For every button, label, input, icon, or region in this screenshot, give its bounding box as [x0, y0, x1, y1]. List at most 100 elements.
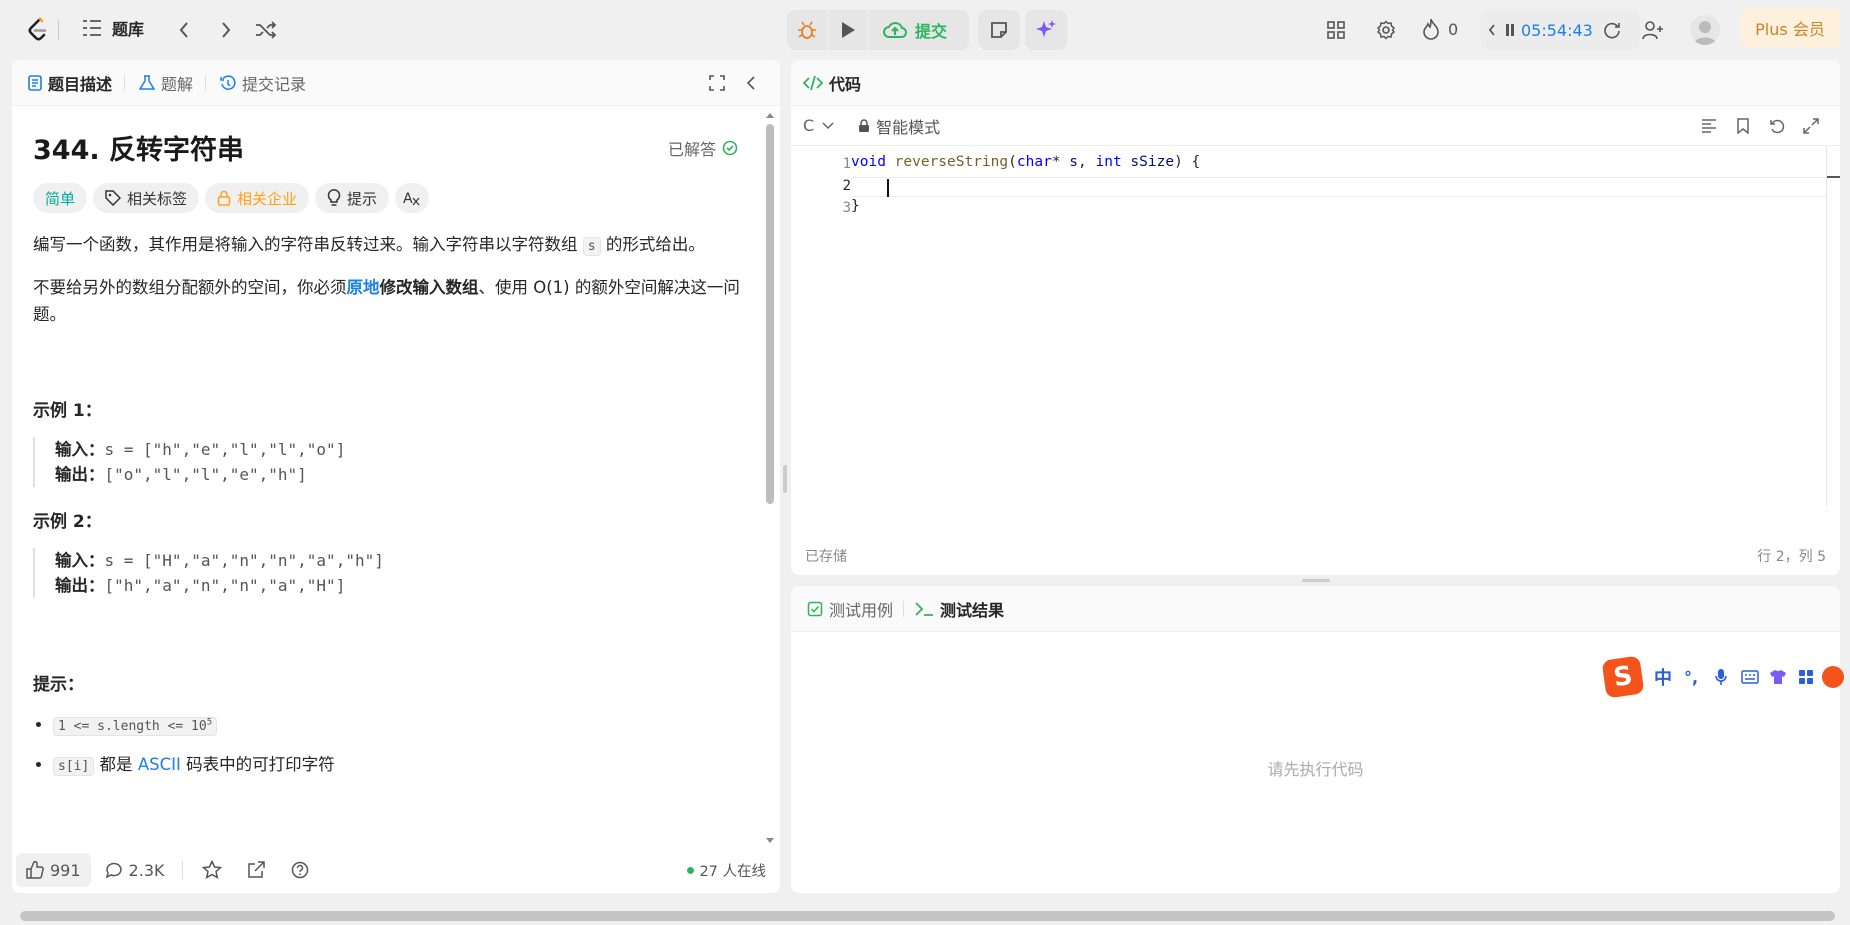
- horizontal-splitter-handle[interactable]: [1302, 579, 1330, 582]
- problem-description: 编写一个函数，其作用是将输入的字符串反转过来。输入字符串以字符数组 s 的形式给…: [33, 231, 748, 328]
- prev-problem-button[interactable]: [168, 14, 200, 46]
- timer-reset-button[interactable]: [1597, 10, 1627, 50]
- hint-button[interactable]: 提示: [315, 183, 390, 213]
- description-paragraph-1: 编写一个函数，其作用是将输入的字符串反转过来。输入字符串以字符数组 s 的形式给…: [33, 231, 748, 260]
- tab-submissions-label: 提交记录: [242, 74, 307, 94]
- identifier: sSize: [1121, 154, 1175, 170]
- problem-panel: 题目描述 题解 提交记录 344. 反转字符串 已解答 简单 相关标签 相关企业…: [12, 60, 780, 893]
- code-editor[interactable]: 1 2 3 void reverseString(char* s, int sS…: [791, 146, 1840, 516]
- microphone-icon: [1715, 669, 1727, 685]
- next-problem-button[interactable]: [210, 14, 242, 46]
- gear-icon: [1376, 20, 1396, 40]
- ai-assistant-button[interactable]: [1025, 10, 1067, 50]
- timer-collapse-button[interactable]: [1481, 10, 1503, 50]
- smart-mode-toggle[interactable]: 智能模式: [858, 114, 940, 138]
- tab-testcases[interactable]: 测试用例: [807, 597, 893, 621]
- timer-pause-button[interactable]: [1503, 10, 1517, 50]
- timer-group: 05:54:43: [1481, 10, 1640, 50]
- ime-toolbox-button[interactable]: [1794, 666, 1818, 688]
- horizontal-scrollbar[interactable]: [0, 906, 1850, 925]
- tab-submissions[interactable]: 提交记录: [220, 71, 306, 95]
- saved-status: 已存储: [805, 549, 847, 565]
- like-button[interactable]: 991: [16, 853, 91, 887]
- horizontal-scrollbar-thumb[interactable]: [20, 911, 1835, 921]
- ime-skin-button[interactable]: [1766, 666, 1790, 688]
- tab-testcases-label: 测试用例: [829, 600, 894, 620]
- example-input: s = ["h","e","l","l","o"]: [104, 440, 346, 459]
- like-count: 991: [50, 860, 81, 880]
- smart-mode-label: 智能模式: [876, 117, 941, 137]
- comments-button[interactable]: 2.3K: [105, 861, 164, 880]
- ime-mascot-icon[interactable]: [1822, 666, 1845, 688]
- notes-button[interactable]: [978, 10, 1020, 50]
- tab-test-results[interactable]: 测试结果: [914, 597, 1004, 621]
- keyword: void: [851, 154, 886, 170]
- run-submit-group: 提交: [787, 10, 969, 50]
- shirt-icon: [1770, 670, 1787, 684]
- leetcode-logo-icon[interactable]: [22, 14, 54, 46]
- layout-button[interactable]: [1320, 14, 1352, 46]
- minimap-marker: [1827, 176, 1840, 178]
- tab-solutions-label: 题解: [161, 74, 194, 94]
- collapse-panel-button[interactable]: [738, 70, 764, 96]
- ime-punct-toggle[interactable]: °,: [1684, 668, 1698, 687]
- terminal-icon: [915, 601, 934, 616]
- editor-vertical-ruler: [1826, 146, 1827, 506]
- run-button[interactable]: [828, 10, 868, 50]
- editor-status-bar: 已存储 行 2，列 5: [791, 537, 1840, 575]
- language-select[interactable]: C: [803, 116, 834, 135]
- expand-editor-button[interactable]: [1794, 111, 1828, 141]
- test-panel: 测试用例 测试结果 请先执行代码: [791, 586, 1840, 893]
- code-header: 代码: [791, 60, 1840, 106]
- share-button[interactable]: [241, 855, 271, 885]
- format-code-button[interactable]: [1692, 111, 1726, 141]
- random-problem-button[interactable]: [250, 14, 282, 46]
- inline-code: s: [582, 237, 601, 256]
- type: int: [1095, 154, 1122, 170]
- chevron-down-icon: [822, 121, 834, 129]
- title-row: 344. 反转字符串 已解答: [33, 128, 748, 167]
- example-1-box: 输入：s = ["h","e","l","l","o"] 输出：["o","l"…: [33, 437, 748, 487]
- ime-keyboard-button[interactable]: [1738, 666, 1762, 688]
- exponent: 5: [206, 718, 213, 728]
- ime-voice-button[interactable]: [1710, 666, 1732, 688]
- help-button[interactable]: [285, 855, 315, 885]
- ime-lang-toggle[interactable]: 中: [1654, 664, 1672, 690]
- plus-membership-button[interactable]: Plus 会员: [1740, 8, 1840, 48]
- star-icon: [202, 860, 223, 879]
- ascii-link[interactable]: ASCII: [138, 755, 181, 774]
- punctuation: (: [1008, 154, 1017, 170]
- scrollbar-thumb[interactable]: [766, 124, 774, 504]
- run-code-placeholder: 请先执行代码: [1267, 759, 1364, 779]
- example-2-title: 示例 2：: [33, 512, 102, 532]
- related-tags-label: 相关标签: [127, 189, 188, 208]
- tab-solutions[interactable]: 题解: [139, 71, 193, 95]
- settings-button[interactable]: [1370, 14, 1402, 46]
- submit-label: 提交: [915, 22, 948, 41]
- streak-counter[interactable]: 0: [1422, 18, 1458, 40]
- avatar[interactable]: [1690, 15, 1720, 45]
- input-label: 输入：: [55, 440, 105, 459]
- list-item: s[i] 都是 ASCII 码表中的可打印字符: [53, 753, 748, 779]
- difficulty-badge: 简单: [33, 183, 88, 213]
- debug-button[interactable]: [787, 10, 827, 50]
- related-companies-button[interactable]: 相关企业: [205, 183, 310, 213]
- problem-list-button[interactable]: 题库: [82, 16, 144, 40]
- reset-code-button[interactable]: [1760, 111, 1794, 141]
- example-1-title: 示例 1：: [33, 401, 102, 421]
- fullscreen-button[interactable]: [704, 70, 730, 96]
- keyboard-icon: [1741, 670, 1759, 684]
- favorite-button[interactable]: [197, 855, 227, 885]
- submit-button[interactable]: 提交: [869, 10, 961, 50]
- bookmark-button[interactable]: [1726, 111, 1760, 141]
- add-friend-button[interactable]: [1637, 14, 1669, 46]
- in-place-link[interactable]: 原地: [347, 278, 380, 297]
- sogou-logo-icon[interactable]: S: [1601, 655, 1645, 699]
- vertical-scrollbar[interactable]: [764, 110, 776, 846]
- related-tags-button[interactable]: 相关标签: [93, 183, 200, 213]
- example-output: ["h","a","n","n","a","H"]: [104, 576, 346, 595]
- tab-description[interactable]: 题目描述: [28, 71, 112, 95]
- vertical-splitter-handle[interactable]: [783, 465, 787, 493]
- line-number: 3: [842, 200, 851, 216]
- translate-button[interactable]: A: [395, 183, 430, 213]
